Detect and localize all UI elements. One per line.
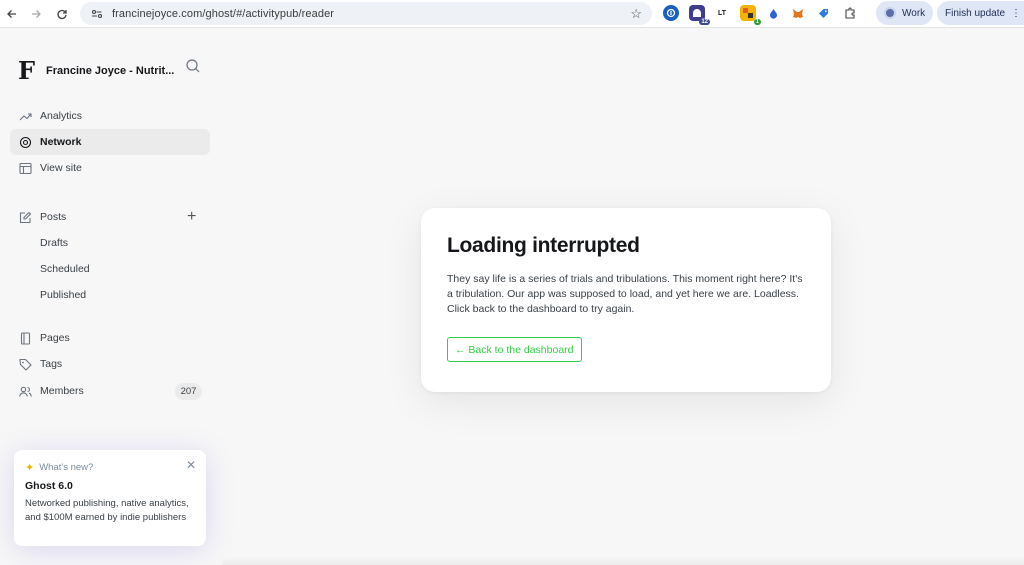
back-arrow-icon[interactable]	[0, 2, 24, 26]
sidebar-item-network[interactable]: Network	[10, 129, 210, 155]
address-bar[interactable]: francinejoyce.com/ghost/#/activitypub/re…	[80, 2, 652, 25]
sidebar-item-pages[interactable]: Pages	[10, 325, 210, 351]
sidebar-item-label: Posts	[40, 211, 67, 223]
trend-chart-icon	[19, 110, 32, 123]
password-manager-extension-icon[interactable]	[663, 5, 679, 21]
sidebar-item-label: View site	[40, 162, 82, 174]
url-text: francinejoyce.com/ghost/#/activitypub/re…	[112, 7, 335, 20]
sidebar-item-published[interactable]: Published	[40, 289, 86, 301]
whats-new-title: Ghost 6.0	[25, 480, 73, 492]
sidebar-item-label: Network	[40, 136, 82, 148]
flame-extension-icon[interactable]	[765, 5, 781, 21]
finish-update-label: Finish update	[945, 7, 1006, 19]
kebab-menu-icon[interactable]: ⋮	[1011, 8, 1021, 19]
profile-avatar	[884, 7, 896, 19]
close-icon[interactable]: ✕	[186, 458, 196, 472]
back-to-dashboard-button[interactable]: ← Back to the dashboard	[447, 337, 582, 362]
colorful-extension-icon[interactable]: 1	[740, 5, 761, 25]
forward-arrow-icon[interactable]	[24, 2, 48, 26]
sidebar-item-tags[interactable]: Tags	[10, 351, 210, 377]
whats-new-kicker: What's new?	[39, 462, 94, 473]
languagetool-extension-icon[interactable]: LT	[714, 5, 730, 21]
page-icon	[19, 331, 32, 345]
members-count-badge: 207	[175, 383, 202, 400]
search-icon[interactable]	[185, 58, 201, 74]
error-message: They say life is a series of trials and …	[447, 273, 803, 315]
site-logo: F	[18, 56, 36, 85]
sidebar-item-label: Members	[40, 385, 84, 397]
browser-toolbar: francinejoyce.com/ghost/#/activitypub/re…	[0, 0, 1024, 28]
network-icon	[19, 136, 32, 149]
whats-new-card[interactable]: ✦ What's new? ✕ Ghost 6.0 Networked publ…	[14, 450, 206, 546]
sidebar: F Francine Joyce - Nutrit... Analytics N…	[0, 29, 222, 565]
metamask-fox-icon[interactable]	[790, 5, 806, 21]
add-post-icon[interactable]: +	[187, 209, 196, 225]
sidebar-item-label: Pages	[40, 332, 70, 344]
error-title: Loading interrupted	[447, 234, 640, 257]
site-title: Francine Joyce - Nutrit...	[46, 64, 175, 77]
sidebar-item-label: Analytics	[40, 110, 83, 122]
extension-badge-one: 1	[753, 19, 761, 25]
extension-badge-count: 12	[699, 19, 710, 25]
sidebar-item-posts[interactable]: Posts	[10, 204, 210, 230]
ghost-extension-icon[interactable]: 12	[689, 5, 710, 25]
whats-new-body: Networked publishing, native analytics, …	[25, 498, 189, 523]
sidebar-item-drafts[interactable]: Drafts	[40, 237, 68, 249]
site-brand[interactable]: F Francine Joyce - Nutrit...	[18, 56, 174, 85]
extensions-puzzle-icon[interactable]	[842, 5, 858, 21]
bookmark-star-icon[interactable]: ☆	[630, 6, 642, 22]
sidebar-item-view-site[interactable]: View site	[10, 155, 210, 181]
members-icon	[19, 385, 32, 398]
site-settings-icon[interactable]	[90, 7, 104, 21]
tag-icon	[19, 358, 32, 371]
sidebar-item-label: Tags	[40, 358, 63, 370]
tag-extension-icon[interactable]	[815, 5, 831, 21]
error-card: Loading interrupted They say life is a s…	[421, 208, 831, 392]
layout-icon	[19, 162, 32, 175]
profile-label: Work	[902, 7, 926, 19]
sidebar-item-analytics[interactable]: Analytics	[10, 103, 210, 129]
sparkle-icon: ✦	[25, 462, 35, 474]
sidebar-item-scheduled[interactable]: Scheduled	[40, 263, 90, 275]
bottom-edge	[222, 557, 1024, 565]
finish-update-button[interactable]: Finish update ⋮	[937, 1, 1024, 25]
edit-icon	[19, 211, 32, 224]
reload-icon[interactable]	[50, 2, 74, 26]
profile-button[interactable]: Work	[876, 1, 933, 25]
